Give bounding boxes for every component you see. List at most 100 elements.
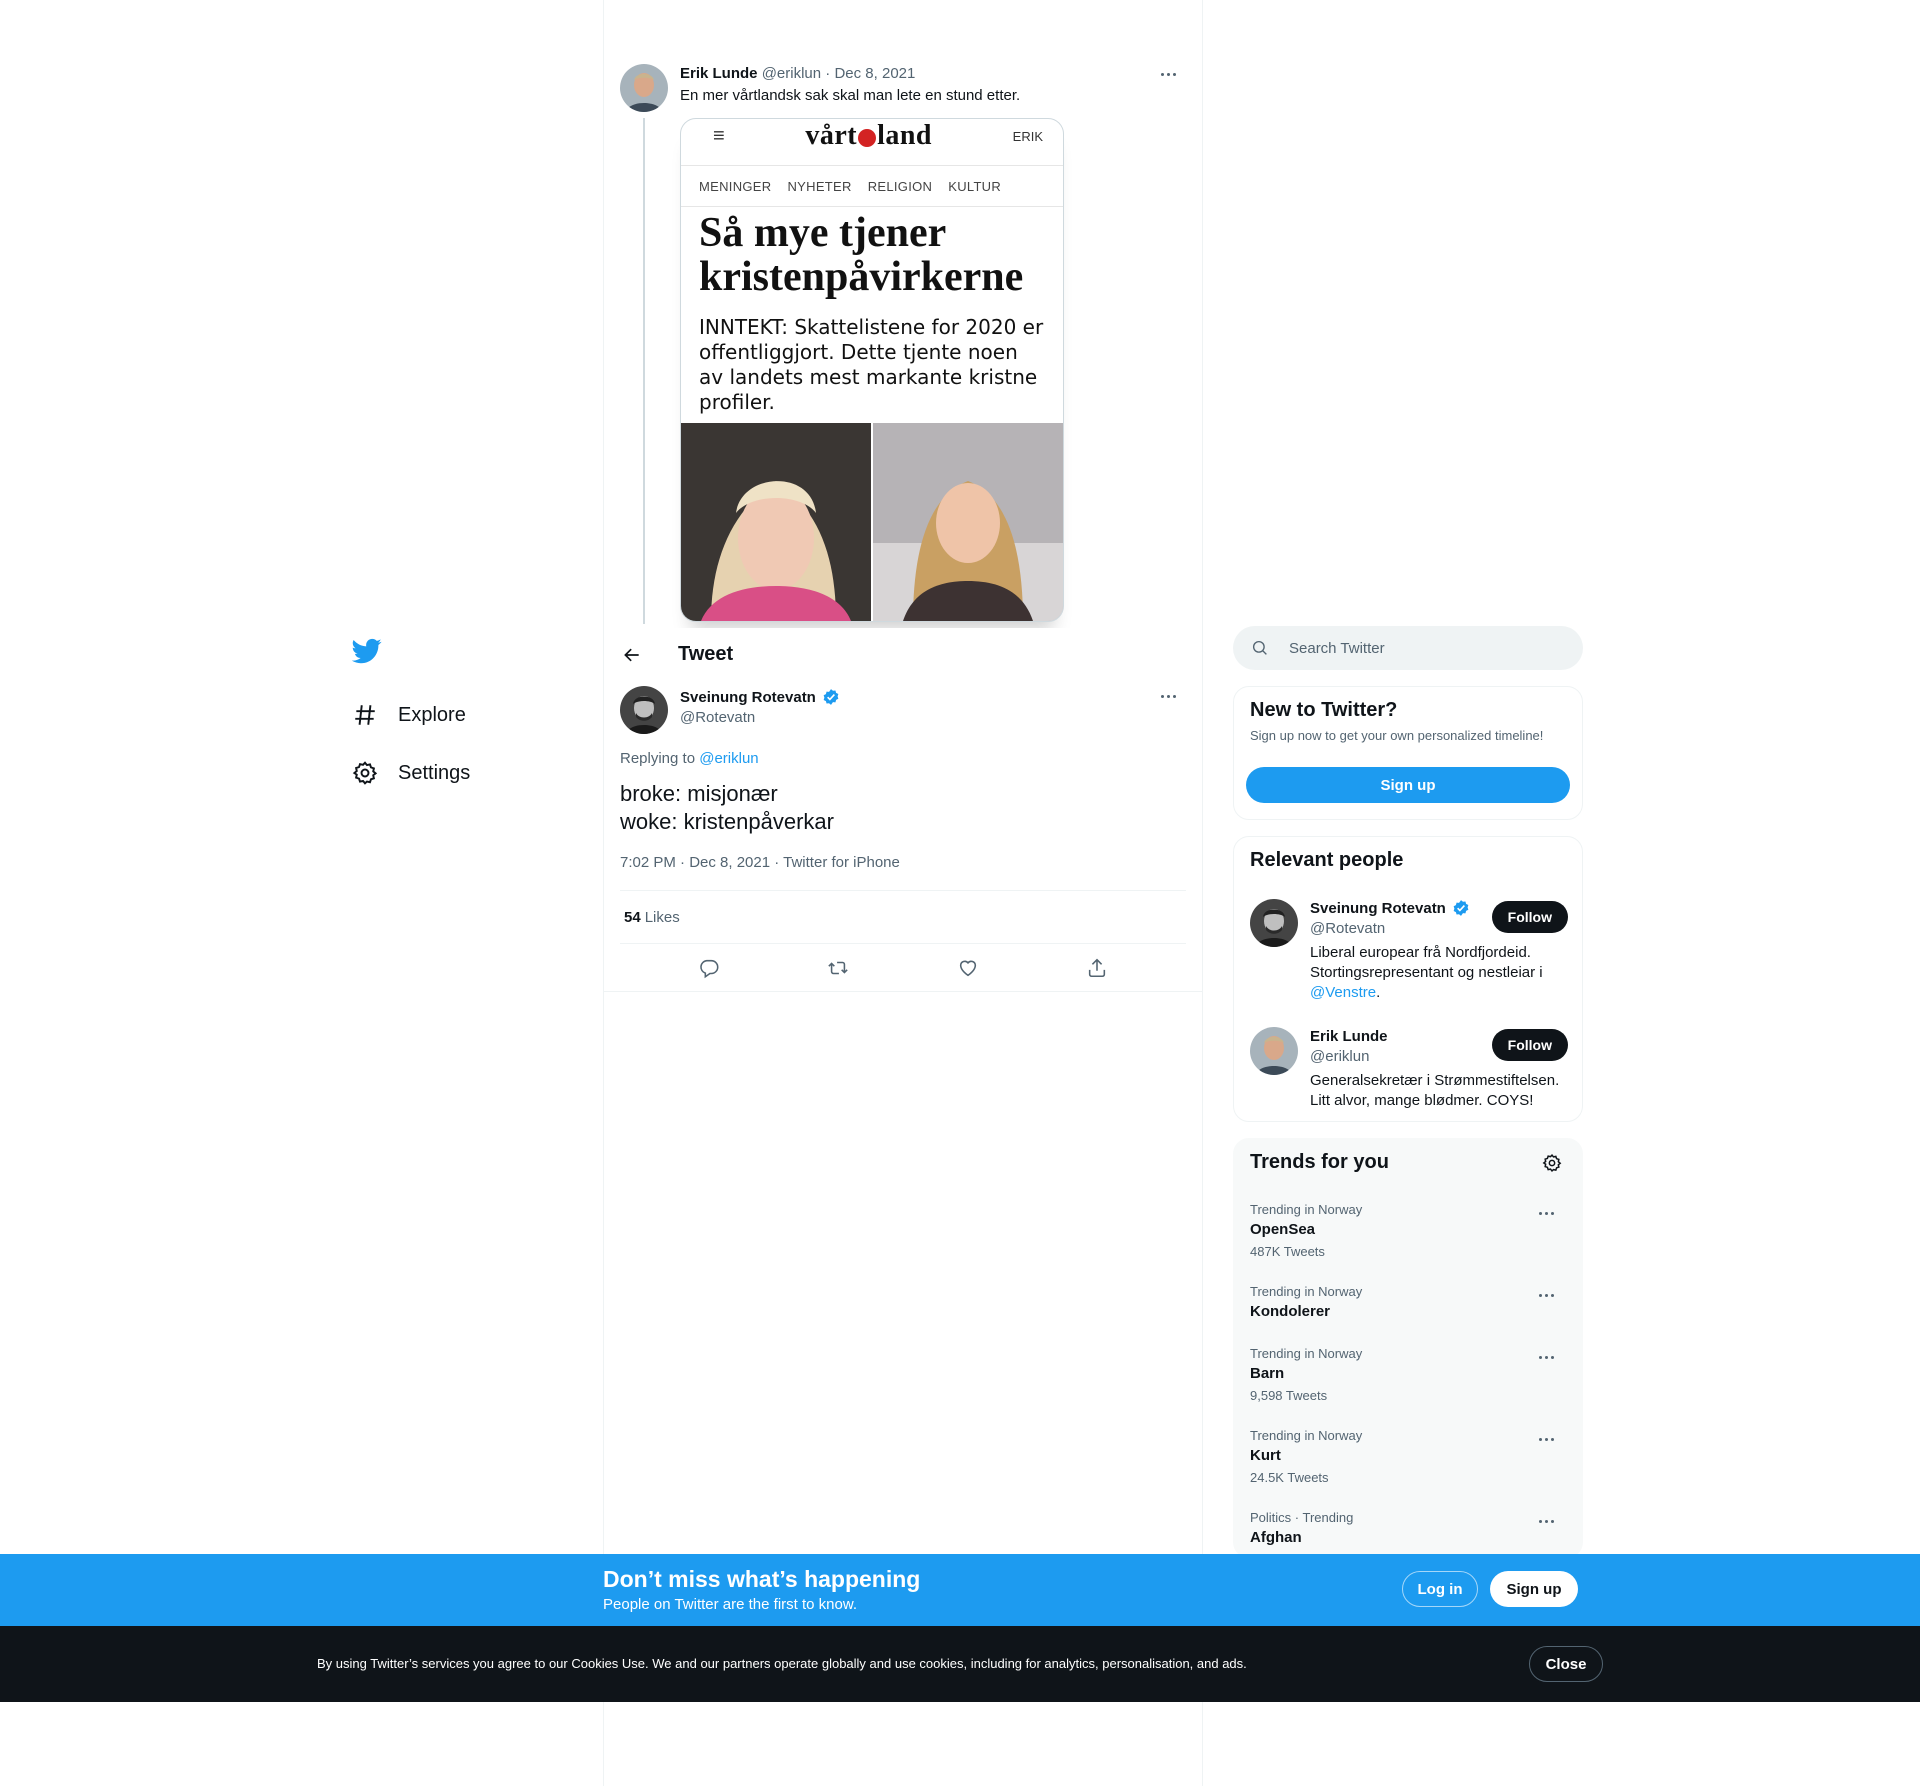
media-menu-item: NYHETER <box>787 178 852 194</box>
trend-count: 487K Tweets <box>1250 1244 1325 1259</box>
tweet-text-line: woke: kristenpåverkar <box>620 809 834 834</box>
parent-tweet-text: En mer vårtlandsk sak skal man lete en s… <box>680 87 1021 104</box>
author-handle[interactable]: @Rotevatn <box>680 708 840 728</box>
more-options-icon[interactable] <box>1528 1347 1564 1367</box>
search-icon <box>1252 640 1267 655</box>
more-options-icon[interactable] <box>1528 1285 1564 1305</box>
banner-subtext: People on Twitter are the first to know. <box>603 1596 858 1613</box>
gear-icon <box>352 761 378 785</box>
share-icon[interactable] <box>1086 957 1108 979</box>
media-menu-item: KULTUR <box>948 178 1002 194</box>
replying-to-link[interactable]: @eriklun <box>699 750 758 767</box>
trend-item[interactable]: Trending in Norway Kondolerer <box>1250 1283 1568 1323</box>
photo-left <box>681 423 871 621</box>
center-right-border <box>1202 0 1203 1786</box>
hamburger-icon: ≡ <box>713 124 725 147</box>
new-to-twitter-title: New to Twitter? <box>1250 699 1398 721</box>
verified-badge-icon <box>1453 900 1469 916</box>
nav-settings-label: Settings <box>398 761 471 784</box>
trends-settings-gear-icon[interactable] <box>1542 1153 1562 1173</box>
avatar-erik-lunde[interactable] <box>620 64 668 112</box>
tweet-page-header: Tweet <box>604 628 1202 681</box>
twitter-logo-icon[interactable] <box>352 636 382 666</box>
trend-item[interactable]: Trending in Norway OpenSea 487K Tweets <box>1250 1201 1568 1263</box>
more-options-icon[interactable] <box>1528 1429 1564 1449</box>
nav-settings[interactable]: Settings <box>348 744 588 802</box>
replying-to: Replying to @eriklun <box>620 750 759 767</box>
search-input[interactable] <box>1289 639 1549 657</box>
avatar-sveinung-rotevatn[interactable] <box>1250 899 1298 947</box>
relevant-people-card: Relevant people Sveinung Rotevatn @Rotev… <box>1233 836 1583 1122</box>
search-bar[interactable] <box>1233 626 1583 670</box>
hashtag-icon <box>355 705 375 725</box>
trend-item[interactable]: Politics · Trending Afghan <box>1250 1509 1568 1549</box>
nav-explore-label: Explore <box>398 703 466 726</box>
login-button[interactable]: Log in <box>1402 1571 1478 1607</box>
cookie-text: By using Twitter’s services you agree to… <box>317 1656 1247 1671</box>
tweet-timestamp[interactable]: 7:02 PM · Dec 8, 2021 · Twitter for iPho… <box>620 854 900 871</box>
tweet-text-line: broke: misjonær <box>620 781 778 806</box>
trend-name: Afghan <box>1250 1529 1302 1546</box>
media-photos <box>681 423 1063 621</box>
likes-stat[interactable]: 54 Likes <box>620 890 1186 944</box>
trend-count: 24.5K Tweets <box>1250 1470 1329 1485</box>
trend-context: Trending in Norway <box>1250 1202 1363 1217</box>
bio-link[interactable]: @Venstre <box>1310 984 1376 1001</box>
tweet-media-image[interactable]: ≡ vårt land ERIK MENINGER NYHETER RELIGIO… <box>680 118 1064 622</box>
avatar-sveinung-rotevatn[interactable] <box>620 686 668 734</box>
verified-badge-icon <box>823 689 839 705</box>
cookie-bar: By using Twitter’s services you agree to… <box>0 1626 1920 1702</box>
trend-name: OpenSea <box>1250 1221 1316 1238</box>
media-header: ≡ vårt land ERIK <box>681 119 1063 153</box>
nav-explore[interactable]: Explore <box>348 686 588 744</box>
more-options-icon[interactable] <box>1528 1203 1564 1223</box>
trends-title: Trends for you <box>1250 1151 1389 1173</box>
trend-context: Trending in Norway <box>1250 1346 1363 1361</box>
trend-context: Politics · Trending <box>1250 1510 1354 1525</box>
likes-count: 54 <box>624 908 641 926</box>
new-to-twitter-subtitle: Sign up now to get your own personalized… <box>1250 728 1544 743</box>
like-heart-icon[interactable] <box>957 957 979 979</box>
trend-context: Trending in Norway <box>1250 1428 1363 1443</box>
reply-icon[interactable] <box>698 957 720 979</box>
person-bio: Generalsekretær i Strømmestiftelsen. Lit… <box>1310 1072 1560 1109</box>
relevant-people-title: Relevant people <box>1250 849 1404 871</box>
follow-button[interactable]: Follow <box>1491 901 1568 933</box>
likes-label: Likes <box>644 908 680 926</box>
center-left-border <box>603 0 604 1786</box>
more-options-icon[interactable] <box>1150 686 1186 706</box>
cookie-close-button[interactable]: Close <box>1529 1646 1603 1682</box>
left-nav: Explore Settings <box>348 628 588 802</box>
vartland-logo: vårt land <box>805 120 933 151</box>
author-handle[interactable]: @eriklun <box>762 65 821 82</box>
avatar-erik-lunde[interactable] <box>1250 1027 1298 1075</box>
trend-item[interactable]: Trending in Norway Barn 9,598 Tweets <box>1250 1345 1568 1407</box>
trend-name: Kurt <box>1250 1447 1281 1464</box>
sidebar-signup-button[interactable]: Sign up <box>1246 767 1570 803</box>
media-menu: MENINGER NYHETER RELIGION KULTUR <box>681 165 1063 207</box>
trend-context: Trending in Norway <box>1250 1284 1363 1299</box>
media-user-label: ERIK <box>1012 128 1043 144</box>
person-name[interactable]: Sveinung Rotevatn <box>1310 900 1446 917</box>
trend-name: Kondolerer <box>1250 1303 1331 1320</box>
tweet-date[interactable]: Dec 8, 2021 <box>834 65 915 82</box>
author-name[interactable]: Erik Lunde <box>680 65 758 82</box>
signup-button[interactable]: Sign up <box>1490 1571 1578 1607</box>
banner-headline: Don’t miss what’s happening <box>603 1566 921 1592</box>
media-lead: INNTEKT: Skattelistene for 2020 er offen… <box>699 315 1044 414</box>
back-arrow-icon[interactable] <box>622 645 642 665</box>
author-name[interactable]: Sveinung Rotevatn <box>680 689 816 706</box>
more-options-icon[interactable] <box>1528 1511 1564 1531</box>
trend-name: Barn <box>1250 1365 1285 1382</box>
signup-banner: Don’t miss what’s happening People on Tw… <box>0 1554 1920 1626</box>
page-title: Tweet <box>678 643 734 665</box>
more-options-icon[interactable] <box>1150 64 1186 84</box>
media-menu-item: MENINGER <box>699 178 772 194</box>
media-menu-item: RELIGION <box>867 178 933 194</box>
person-bio: Liberal europear frå Nordfjordeid. Stort… <box>1310 944 1543 1001</box>
retweet-icon[interactable] <box>827 957 849 979</box>
follow-button[interactable]: Follow <box>1491 1029 1568 1061</box>
thread-line <box>643 118 645 624</box>
trend-count: 9,598 Tweets <box>1250 1388 1328 1403</box>
trend-item[interactable]: Trending in Norway Kurt 24.5K Tweets <box>1250 1427 1568 1489</box>
